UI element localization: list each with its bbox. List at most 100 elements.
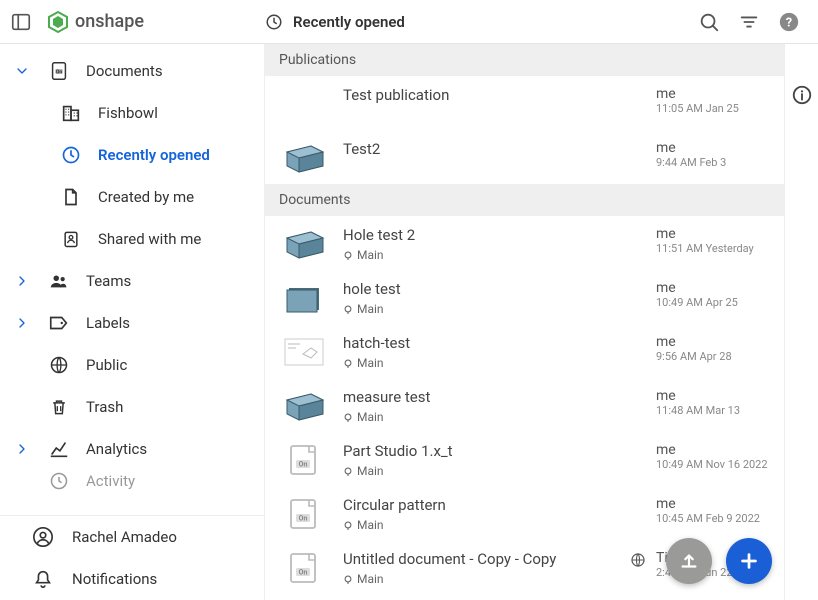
sidebar-item-label: Recently opened bbox=[98, 146, 210, 164]
sidebar-item-analytics[interactable]: Analytics bbox=[0, 428, 264, 470]
thumbnail bbox=[279, 550, 329, 586]
thumbnail bbox=[279, 226, 329, 262]
user-icon bbox=[30, 526, 56, 548]
document-list[interactable]: Publications Test publication me 11:05 A… bbox=[265, 44, 818, 600]
list-item[interactable]: Test publication me 11:05 AM Jan 25 bbox=[265, 76, 784, 130]
row-time: 9:44 AM Feb 3 bbox=[656, 156, 726, 169]
shared-icon bbox=[58, 229, 84, 249]
row-owner: me bbox=[656, 334, 732, 350]
list-item[interactable]: hatch-test Main me 9:56 AM Apr 28 bbox=[265, 324, 784, 378]
sidebar-item-teams[interactable]: Teams bbox=[0, 260, 264, 302]
sidebar-item-label: Trash bbox=[86, 398, 123, 416]
row-branch: Main bbox=[343, 248, 616, 262]
row-time: 11:48 AM Mar 13 bbox=[656, 404, 740, 417]
sidebar-item-label: Documents bbox=[86, 62, 163, 80]
row-title: Part Studio 1.x_t bbox=[343, 442, 616, 460]
pin-icon bbox=[343, 250, 353, 260]
chevron-right-icon bbox=[12, 441, 32, 457]
main-content: Publications Test publication me 11:05 A… bbox=[265, 44, 818, 600]
sidebar-item-documents[interactable]: Documents bbox=[0, 50, 264, 92]
search-icon[interactable] bbox=[698, 11, 720, 33]
trash-icon bbox=[46, 397, 72, 417]
sidebar-item-fishbowl[interactable]: Fishbowl bbox=[0, 92, 264, 134]
sidebar-item-label: Public bbox=[86, 356, 127, 374]
row-meta: me 11:48 AM Mar 13 bbox=[630, 386, 770, 417]
sidebar-user[interactable]: Rachel Amadeo bbox=[0, 516, 264, 558]
filter-icon[interactable] bbox=[738, 11, 760, 33]
sidebar-item-trash[interactable]: Trash bbox=[0, 386, 264, 428]
analytics-icon bbox=[46, 438, 72, 460]
thumbnail bbox=[279, 388, 329, 424]
sidebar-notifications[interactable]: Notifications bbox=[0, 558, 264, 600]
sidebar-item-label: Teams bbox=[86, 272, 131, 290]
row-title: Test publication bbox=[343, 86, 616, 104]
user-name: Rachel Amadeo bbox=[72, 528, 177, 546]
row-owner: me bbox=[656, 86, 739, 102]
list-item[interactable]: hole test Main me 10:49 AM Apr 25 bbox=[265, 270, 784, 324]
topbar: onshape Recently opened bbox=[0, 0, 818, 44]
create-button[interactable] bbox=[726, 538, 772, 584]
sidebar-item-label: Notifications bbox=[72, 570, 157, 588]
list-item[interactable]: Bevel Gear Assembly-and-Valve Main 10:42… bbox=[265, 594, 784, 600]
row-meta: me 11:05 AM Jan 25 bbox=[630, 84, 770, 115]
thumbnail bbox=[279, 86, 329, 122]
row-branch: Main bbox=[343, 410, 616, 424]
row-meta: me 11:51 AM Yesterday bbox=[630, 224, 770, 255]
pin-icon bbox=[343, 358, 353, 368]
app-logo[interactable]: onshape bbox=[46, 10, 144, 34]
thumbnail bbox=[279, 334, 329, 370]
row-meta: me 10:49 AM Apr 25 bbox=[630, 278, 770, 309]
sidebar-item-activity[interactable]: Activity bbox=[0, 470, 264, 492]
row-meta: me 10:49 AM Nov 16 2022 bbox=[630, 440, 770, 471]
row-branch: Main bbox=[343, 518, 616, 532]
sidebar-item-label: Activity bbox=[86, 472, 135, 490]
pin-icon bbox=[343, 412, 353, 422]
sidebar-item-label: Labels bbox=[86, 314, 130, 332]
row-owner: me bbox=[656, 388, 740, 404]
sidebar-item-label: Shared with me bbox=[98, 230, 201, 248]
sidebar-item-labels[interactable]: Labels bbox=[0, 302, 264, 344]
row-branch: Main bbox=[343, 572, 616, 586]
row-meta: me 9:56 AM Apr 28 bbox=[630, 332, 770, 363]
row-time: 10:49 AM Nov 16 2022 bbox=[656, 458, 768, 471]
globe-icon bbox=[630, 550, 648, 572]
panel-toggle-icon[interactable] bbox=[10, 11, 32, 33]
row-title: hole test bbox=[343, 280, 616, 298]
upload-button[interactable] bbox=[666, 538, 712, 584]
row-title: hatch-test bbox=[343, 334, 616, 352]
row-title: Hole test 2 bbox=[343, 226, 616, 244]
list-item[interactable]: Part Studio 1.x_t Main me 10:49 AM Nov 1… bbox=[265, 432, 784, 486]
row-owner: me bbox=[656, 140, 726, 156]
page-title: Recently opened bbox=[293, 13, 405, 31]
row-title: Test2 bbox=[343, 140, 616, 158]
list-item[interactable]: Test2 me 9:44 AM Feb 3 bbox=[265, 130, 784, 184]
clock-icon bbox=[265, 13, 283, 31]
sidebar-item-shared-with-me[interactable]: Shared with me bbox=[0, 218, 264, 260]
globe-icon bbox=[46, 355, 72, 375]
row-owner: me bbox=[656, 496, 760, 512]
activity-icon bbox=[46, 471, 72, 491]
row-title: Untitled document - Copy - Copy bbox=[343, 550, 616, 568]
row-owner: me bbox=[656, 280, 738, 296]
section-header-publications: Publications bbox=[265, 44, 784, 76]
help-icon[interactable] bbox=[778, 11, 800, 33]
row-time: 11:05 AM Jan 25 bbox=[656, 102, 739, 115]
list-item[interactable]: Circular pattern Main me 10:45 AM Feb 9 … bbox=[265, 486, 784, 540]
bell-icon bbox=[30, 568, 56, 590]
list-item[interactable]: measure test Main me 11:48 AM Mar 13 bbox=[265, 378, 784, 432]
info-icon[interactable] bbox=[791, 84, 813, 106]
team-icon bbox=[46, 270, 72, 292]
document-icon bbox=[58, 187, 84, 207]
pin-icon bbox=[343, 520, 353, 530]
row-time: 10:49 AM Apr 25 bbox=[656, 296, 738, 309]
row-owner: me bbox=[656, 226, 754, 242]
list-item[interactable]: Hole test 2 Main me 11:51 AM Yesterday bbox=[265, 216, 784, 270]
pin-icon bbox=[343, 466, 353, 476]
sidebar-item-public[interactable]: Public bbox=[0, 344, 264, 386]
sidebar-item-recently-opened[interactable]: Recently opened bbox=[0, 134, 264, 176]
chevron-down-icon bbox=[12, 63, 32, 79]
app-name: onshape bbox=[75, 11, 144, 32]
thumbnail bbox=[279, 496, 329, 532]
sidebar-item-created-by-me[interactable]: Created by me bbox=[0, 176, 264, 218]
right-rail bbox=[784, 44, 818, 600]
